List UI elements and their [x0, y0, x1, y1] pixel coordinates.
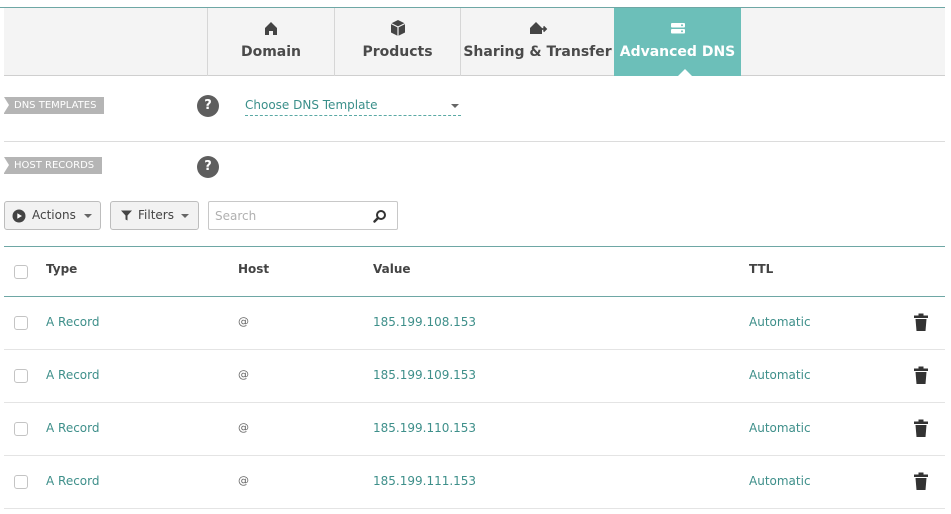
record-host[interactable]: @ [238, 368, 249, 381]
play-circle-icon [12, 209, 26, 223]
server-icon [670, 23, 685, 34]
tab-label: Domain [240, 44, 302, 60]
tab-domain[interactable]: Domain [207, 8, 334, 76]
table-row[interactable]: A Record @ 185.199.111.153 Automatic [4, 456, 945, 509]
trash-icon[interactable] [914, 472, 928, 490]
select-all-checkbox[interactable] [14, 265, 28, 279]
table-row[interactable]: A Record @ 185.199.110.153 Automatic [4, 403, 945, 456]
row-checkbox[interactable] [14, 475, 28, 489]
search-box [208, 201, 398, 230]
record-value[interactable]: 185.199.111.153 [373, 474, 476, 488]
house-arrow-icon [529, 22, 547, 34]
record-type[interactable]: A Record [46, 368, 99, 382]
record-host[interactable]: @ [238, 315, 249, 328]
table-row[interactable]: A Record @ 185.199.108.153 Automatic [4, 297, 945, 350]
record-ttl[interactable]: Automatic [749, 315, 811, 329]
tab-label: Advanced DNS [619, 44, 736, 60]
filter-icon [121, 210, 132, 221]
active-tab-caret [677, 69, 693, 77]
record-ttl[interactable]: Automatic [749, 368, 811, 382]
record-value[interactable]: 185.199.109.153 [373, 368, 476, 382]
record-type[interactable]: A Record [46, 315, 99, 329]
table-row[interactable]: A Record @ 185.199.109.153 Automatic [4, 350, 945, 403]
tab-products[interactable]: Products [334, 8, 460, 76]
trash-icon[interactable] [914, 313, 928, 331]
help-icon[interactable]: ? [197, 156, 219, 178]
chevron-down-icon [84, 214, 92, 218]
filters-label: Filters [138, 208, 174, 222]
search-icon[interactable] [373, 209, 387, 223]
chevron-down-icon [181, 214, 189, 218]
record-value[interactable]: 185.199.110.153 [373, 421, 476, 435]
record-value[interactable]: 185.199.108.153 [373, 315, 476, 329]
record-ttl[interactable]: Automatic [749, 421, 811, 435]
home-icon [265, 22, 277, 35]
dns-templates-tag: DNS TEMPLATES [4, 97, 105, 114]
chevron-down-icon [451, 104, 459, 108]
actions-label: Actions [32, 208, 76, 222]
box-icon [390, 20, 405, 36]
row-checkbox[interactable] [14, 422, 28, 436]
tab-label: Products [362, 44, 433, 60]
record-type[interactable]: A Record [46, 474, 99, 488]
column-header-ttl[interactable]: TTL [749, 262, 773, 276]
row-checkbox[interactable] [14, 316, 28, 330]
row-checkbox[interactable] [14, 369, 28, 383]
record-host[interactable]: @ [238, 474, 249, 487]
host-records-tag: HOST RECORDS [4, 157, 103, 174]
search-input[interactable] [215, 207, 365, 224]
dns-template-select[interactable]: Choose DNS Template [245, 98, 461, 116]
section-divider [4, 141, 945, 142]
table-top-border [4, 246, 945, 247]
help-icon[interactable]: ? [197, 95, 219, 117]
trash-icon[interactable] [914, 419, 928, 437]
column-header-value[interactable]: Value [373, 262, 411, 276]
tab-advanced-dns[interactable]: Advanced DNS [614, 8, 741, 76]
tab-sharing-transfer[interactable]: Sharing & Transfer [460, 8, 614, 76]
dns-template-select-value: Choose DNS Template [245, 98, 378, 112]
actions-button[interactable]: Actions [4, 201, 101, 230]
record-host[interactable]: @ [238, 421, 249, 434]
tab-label: Sharing & Transfer [463, 44, 612, 60]
filters-button[interactable]: Filters [110, 201, 199, 230]
trash-icon[interactable] [914, 366, 928, 384]
record-type[interactable]: A Record [46, 421, 99, 435]
column-header-type[interactable]: Type [46, 262, 77, 276]
record-ttl[interactable]: Automatic [749, 474, 811, 488]
column-header-host[interactable]: Host [238, 262, 269, 276]
